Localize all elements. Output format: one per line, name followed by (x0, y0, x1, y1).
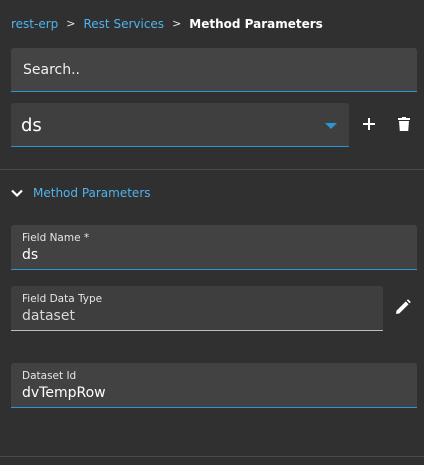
dataset-id-label: Dataset Id (22, 370, 77, 382)
delete-button[interactable] (394, 114, 414, 134)
pencil-icon (396, 299, 411, 314)
section-title: Method Parameters (33, 186, 151, 200)
method-parameters-section-toggle[interactable]: Method Parameters (10, 183, 151, 203)
edit-data-type-button[interactable] (394, 298, 412, 316)
method-parameters-page: rest-erp > Rest Services > Method Parame… (0, 0, 424, 465)
divider (0, 169, 424, 170)
method-parameter-select[interactable]: ds (11, 103, 349, 147)
select-value: ds (21, 115, 42, 136)
field-data-type-value: dataset (22, 308, 75, 324)
search-field (11, 48, 417, 92)
field-data-type-label: Field Data Type (22, 293, 103, 305)
divider (0, 456, 424, 457)
field-name-input[interactable]: Field Name * ds (11, 225, 417, 270)
breadcrumb: rest-erp > Rest Services > Method Parame… (11, 16, 323, 32)
breadcrumb-separator: > (66, 17, 76, 30)
field-data-type-input: Field Data Type dataset (11, 286, 383, 331)
field-name-label: Field Name * (22, 232, 90, 244)
dataset-id-input[interactable]: Dataset Id dvTempRow (11, 363, 417, 408)
chevron-down-icon (11, 189, 23, 198)
add-button[interactable] (359, 114, 379, 134)
trash-icon (398, 117, 410, 131)
search-input[interactable] (11, 48, 417, 91)
breadcrumb-item-rest-erp[interactable]: rest-erp (11, 16, 58, 32)
caret-down-icon (325, 123, 337, 129)
dataset-id-value: dvTempRow (22, 385, 106, 401)
breadcrumb-separator: > (172, 17, 182, 30)
field-name-value: ds (22, 247, 39, 263)
breadcrumb-item-rest-services[interactable]: Rest Services (84, 16, 165, 32)
plus-icon (363, 118, 375, 130)
breadcrumb-current: Method Parameters (189, 17, 323, 31)
